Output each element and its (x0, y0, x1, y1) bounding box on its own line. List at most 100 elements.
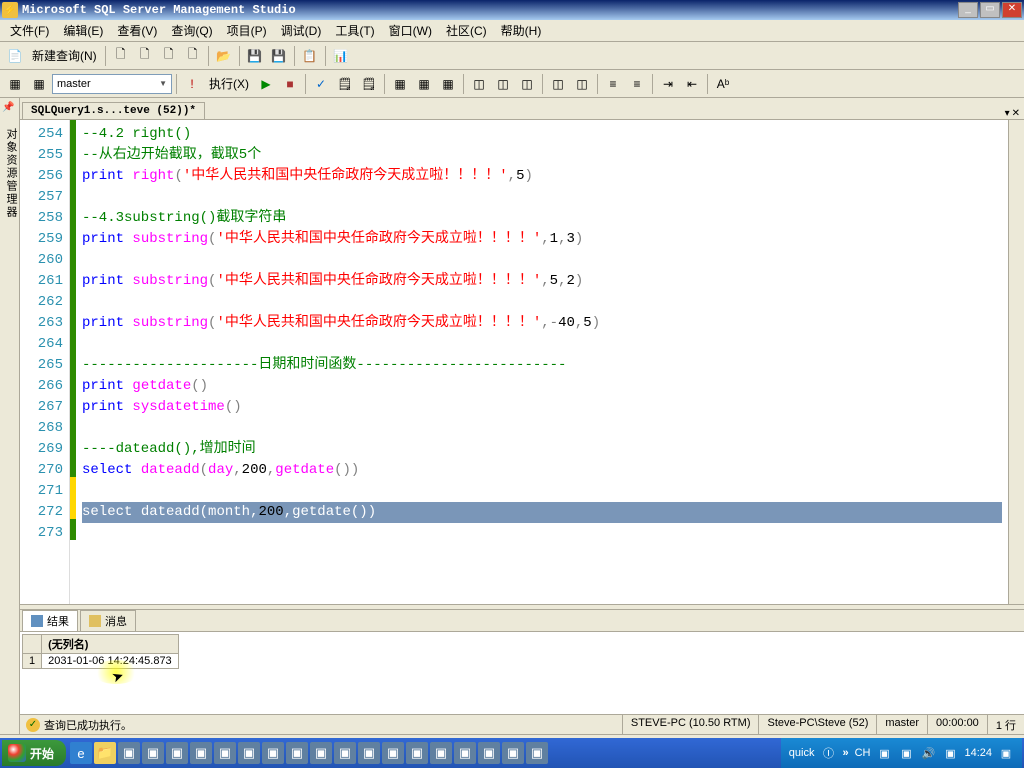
close-button[interactable]: ✕ (1002, 2, 1022, 18)
taskbar-app-icon[interactable]: ▣ (214, 742, 236, 764)
taskbar-app-icon[interactable]: ▣ (286, 742, 308, 764)
parse-icon[interactable]: ✓ (310, 73, 332, 95)
tb-icon[interactable]: ▦ (413, 73, 435, 95)
tb-icon[interactable]: 🗋 (110, 45, 132, 67)
tb-icon[interactable]: ▦ (389, 73, 411, 95)
tray-arrow-icon[interactable]: » (842, 747, 848, 759)
taskbar-app-icon[interactable]: ▣ (478, 742, 500, 764)
sidebar-object-explorer[interactable]: 📌 对象资源管理器 (0, 98, 20, 734)
start-button[interactable]: 开始 (2, 740, 66, 766)
taskbar-app-icon[interactable]: ▣ (166, 742, 188, 764)
tb-icon[interactable]: 🗋 (182, 45, 204, 67)
tray-icon[interactable]: 🔊 (920, 745, 936, 761)
stop-icon[interactable]: ■ (279, 73, 301, 95)
taskbar-app-icon[interactable]: ▣ (310, 742, 332, 764)
tray-icon[interactable]: ▣ (998, 745, 1014, 761)
tray-icon[interactable]: ▣ (898, 745, 914, 761)
result-cell[interactable]: 2031-01-06 14:24:45.873 (42, 654, 179, 669)
taskbar-app-icon[interactable]: ▣ (358, 742, 380, 764)
code-body[interactable]: --4.2 right()--从右边开始截取，截取5个print right('… (76, 120, 1008, 604)
tb-icon[interactable]: ◫ (547, 73, 569, 95)
taskbar-app-icon[interactable]: ▣ (118, 742, 140, 764)
tray-icon[interactable]: ▣ (876, 745, 892, 761)
tab-menu-icon[interactable]: ▾ (1005, 108, 1010, 119)
tb-icon[interactable]: ◫ (468, 73, 490, 95)
new-query-icon[interactable]: 📄 (4, 45, 26, 67)
tb-icon[interactable]: ▦ (28, 73, 50, 95)
vertical-scrollbar[interactable] (1008, 120, 1024, 604)
restore-button[interactable]: ▭ (980, 2, 1000, 18)
column-header[interactable]: (无列名) (42, 635, 179, 654)
menu-debug[interactable]: 调试(D) (275, 20, 328, 41)
status-db: master (876, 715, 927, 735)
comment-icon[interactable]: ≡ (602, 73, 624, 95)
tb-icon[interactable]: 🗒 (358, 73, 380, 95)
sidebar-label: 对象资源管理器 (5, 128, 17, 219)
tab-results[interactable]: 结果 (22, 610, 78, 632)
tb-icon[interactable]: ▦ (4, 73, 26, 95)
row-header[interactable]: 1 (23, 654, 42, 669)
tray-icon[interactable]: ▣ (942, 745, 958, 761)
taskbar-app-icon[interactable]: ▣ (406, 742, 428, 764)
code-editor[interactable]: 2542552562572582592602612622632642652662… (20, 120, 1024, 604)
debug-icon[interactable]: ▶ (255, 73, 277, 95)
execute-button[interactable]: 执行(X) (205, 73, 253, 94)
separator (597, 74, 598, 94)
tab-close-icon[interactable]: ✕ (1012, 108, 1020, 119)
taskbar-app-icon[interactable]: ▣ (334, 742, 356, 764)
menu-community[interactable]: 社区(C) (440, 20, 493, 41)
message-icon (89, 615, 101, 627)
title-bar: ⚡ Microsoft SQL Server Management Studio… (0, 0, 1024, 20)
tb-icon[interactable]: 🗋 (134, 45, 156, 67)
indent-icon[interactable]: ⇥ (657, 73, 679, 95)
save-icon[interactable]: 💾 (244, 45, 266, 67)
database-combo-value: master (57, 78, 91, 90)
menu-tools[interactable]: 工具(T) (329, 20, 380, 41)
tray-ime[interactable]: CH (855, 747, 871, 759)
taskbar-app-icon[interactable]: ▣ (238, 742, 260, 764)
menu-edit[interactable]: 编辑(E) (57, 20, 109, 41)
taskbar-explorer-icon[interactable]: 📁 (94, 742, 116, 764)
menu-help[interactable]: 帮助(H) (495, 20, 548, 41)
menu-query[interactable]: 查询(Q) (165, 20, 218, 41)
outdent-icon[interactable]: ⇤ (681, 73, 703, 95)
save-all-icon[interactable]: 💾 (268, 45, 290, 67)
tb-icon[interactable]: ◫ (571, 73, 593, 95)
minimize-button[interactable]: _ (958, 2, 978, 18)
tray-icon[interactable]: Ⓘ (820, 745, 836, 761)
menu-view[interactable]: 查看(V) (111, 20, 163, 41)
taskbar-app-icon[interactable]: ▣ (430, 742, 452, 764)
tab-messages[interactable]: 消息 (80, 610, 136, 632)
activity-icon[interactable]: 📊 (330, 45, 352, 67)
taskbar-app-icon[interactable]: ▣ (454, 742, 476, 764)
open-icon[interactable]: 📂 (213, 45, 235, 67)
tb-icon[interactable]: 🗒 (334, 73, 356, 95)
taskbar-app-icon[interactable]: ▣ (190, 742, 212, 764)
tb-icon[interactable]: ◫ (492, 73, 514, 95)
pin-icon[interactable]: 📌 (2, 102, 16, 113)
tray-clock[interactable]: 14:24 (964, 747, 992, 759)
tb-icon[interactable]: ▦ (437, 73, 459, 95)
tb-icon[interactable]: Aᵇ (712, 73, 734, 95)
menu-project[interactable]: 项目(P) (221, 20, 273, 41)
execute-icon[interactable]: ! (181, 73, 203, 95)
taskbar-app-icon[interactable]: ▣ (142, 742, 164, 764)
uncomment-icon[interactable]: ≡ (626, 73, 648, 95)
tb-icon[interactable]: 🗋 (158, 45, 180, 67)
results-grid[interactable]: (无列名) 12031-01-06 14:24:45.873 ➤ (20, 632, 1024, 714)
tray-quick[interactable]: quick (789, 747, 815, 759)
menu-bar: 文件(F) 编辑(E) 查看(V) 查询(Q) 项目(P) 调试(D) 工具(T… (0, 20, 1024, 42)
tb-icon[interactable]: 📋 (299, 45, 321, 67)
tb-icon[interactable]: ◫ (516, 73, 538, 95)
taskbar-ie-icon[interactable]: e (70, 742, 92, 764)
taskbar-app-icon[interactable]: ▣ (262, 742, 284, 764)
taskbar-app-icon[interactable]: ▣ (382, 742, 404, 764)
taskbar-app-icon[interactable]: ▣ (502, 742, 524, 764)
menu-file[interactable]: 文件(F) (4, 20, 55, 41)
taskbar-app-icon[interactable]: ▣ (526, 742, 548, 764)
document-tab[interactable]: SQLQuery1.s...teve (52))* (22, 102, 205, 119)
menu-window[interactable]: 窗口(W) (383, 20, 438, 41)
corner-cell[interactable] (23, 635, 42, 654)
database-combo[interactable]: master ▼ (52, 74, 172, 94)
new-query-button[interactable]: 新建查询(N) (28, 45, 101, 66)
